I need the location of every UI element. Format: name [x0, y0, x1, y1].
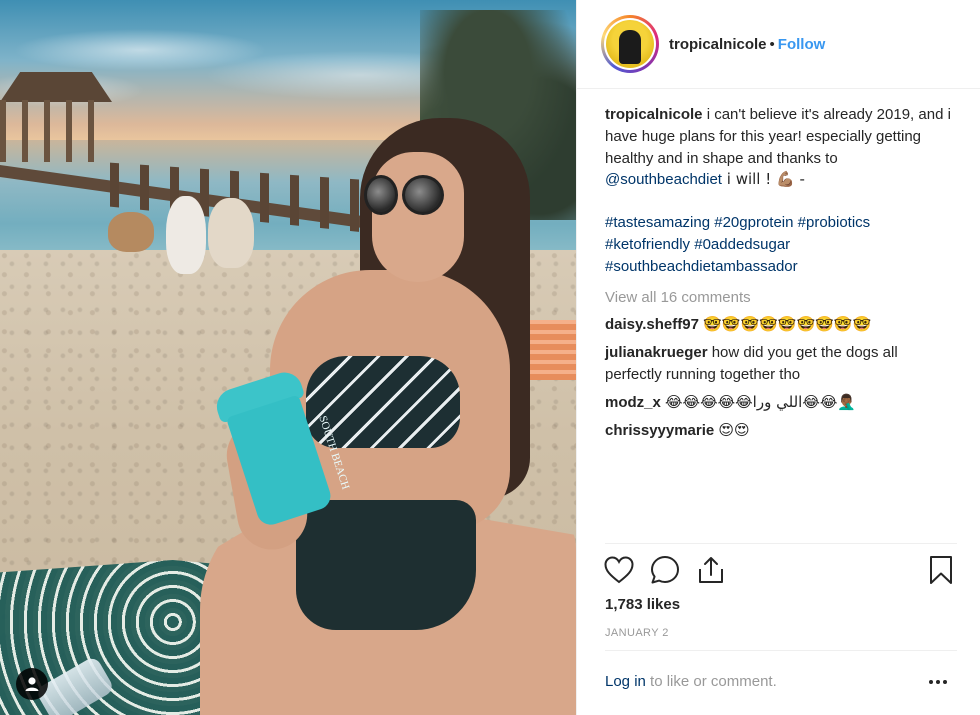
caption: tropicalnicole i can't believe it's alre…: [605, 104, 957, 191]
login-link[interactable]: Log in: [605, 673, 646, 690]
separator-dot: •: [769, 35, 775, 53]
share-icon[interactable]: [695, 554, 727, 586]
comment: modz_x 😂😂😂😂😂اللي ورا😂😂🤦🏾‍♂️: [605, 392, 957, 414]
login-text: to like or comment.: [645, 673, 777, 690]
comment: daisy.sheff97 🤓🤓🤓🤓🤓🤓🤓🤓🤓: [605, 314, 957, 336]
hashtag[interactable]: #20gprotein: [714, 214, 793, 231]
comment-text: 😍😍: [718, 420, 750, 439]
comment-icon[interactable]: [649, 554, 681, 586]
heart-icon[interactable]: [603, 554, 635, 586]
hashtag[interactable]: #southbeachdietambassador: [605, 258, 798, 275]
post-header: tropicalnicole • Follow: [577, 0, 980, 88]
action-bar: [603, 552, 955, 588]
user-tag-icon[interactable]: [16, 668, 48, 700]
avatar[interactable]: [601, 15, 659, 73]
hashtag[interactable]: #0addedsugar: [694, 236, 790, 253]
header-username[interactable]: tropicalnicole: [669, 36, 767, 53]
login-divider: [605, 650, 957, 651]
sunglasses: [364, 175, 454, 219]
more-options-icon[interactable]: [923, 670, 953, 694]
follow-button[interactable]: Follow: [778, 36, 826, 53]
dog: [166, 196, 206, 274]
post-date[interactable]: JANUARY 2: [605, 627, 669, 639]
bookmark-icon[interactable]: [925, 554, 957, 586]
dog: [208, 198, 254, 268]
dog: [108, 212, 154, 252]
comment: julianakrueger how did you get the dogs …: [605, 342, 957, 386]
caption-mention[interactable]: @southbeachdiet: [605, 171, 722, 188]
comment-username[interactable]: modz_x: [605, 394, 661, 411]
instagram-post: SOUTH BEACH tropicalnicole • Follow tropic…: [0, 0, 980, 715]
hashtags: #tastesamazing #20gprotein #probiotics #…: [605, 212, 957, 277]
header-divider: [577, 88, 980, 89]
caption-text-end: i will ! 💪🏽 -: [721, 170, 805, 189]
comment: chrissyyymarie 😍😍: [605, 420, 957, 442]
login-prompt: Log in to like or comment.: [605, 673, 777, 690]
hashtag[interactable]: #probiotics: [798, 214, 871, 231]
shorts: [296, 500, 476, 630]
caption-username[interactable]: tropicalnicole: [605, 106, 703, 123]
comment-username[interactable]: chrissyyymarie: [605, 422, 714, 439]
comment-username[interactable]: julianakrueger: [605, 344, 708, 361]
comment-text: 🤓🤓🤓🤓🤓🤓🤓🤓🤓: [703, 315, 872, 334]
likes-count[interactable]: 1,783 likes: [605, 596, 680, 613]
post-sidebar: tropicalnicole • Follow tropicalnicole i c…: [576, 0, 980, 715]
comment-username[interactable]: daisy.sheff97: [605, 316, 699, 333]
view-all-comments-link[interactable]: View all 16 comments: [605, 287, 957, 309]
actions-divider: [605, 543, 957, 544]
hashtag[interactable]: #tastesamazing: [605, 214, 710, 231]
post-photo[interactable]: SOUTH BEACH: [0, 0, 576, 715]
comments-section: tropicalnicole i can't believe it's alre…: [605, 104, 957, 441]
comment-text: 😂😂😂😂😂اللي ورا😂😂🤦🏾‍♂️: [665, 392, 857, 411]
hashtag[interactable]: #ketofriendly: [605, 236, 690, 253]
